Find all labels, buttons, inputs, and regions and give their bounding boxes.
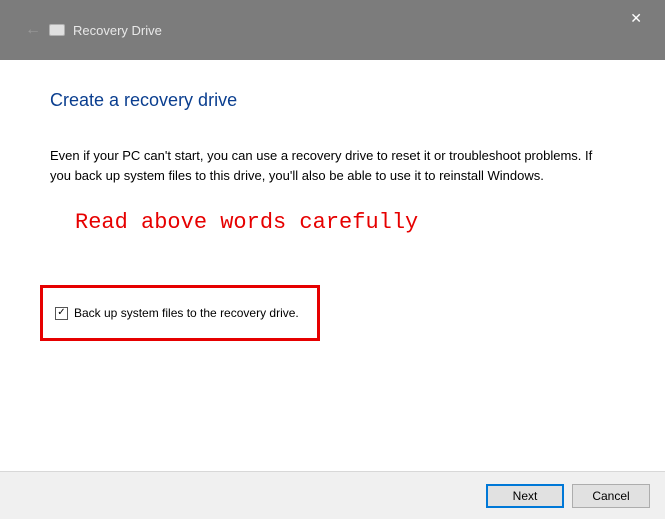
annotation-highlight-box: ✓ Back up system files to the recovery d… bbox=[40, 285, 320, 341]
titlebar: ← Recovery Drive ✕ bbox=[0, 0, 665, 60]
annotation-text: Read above words carefully bbox=[75, 210, 615, 235]
content-area: Create a recovery drive Even if your PC … bbox=[0, 60, 665, 460]
footer: Next Cancel bbox=[0, 471, 665, 519]
close-button[interactable]: ✕ bbox=[622, 8, 650, 29]
checkbox-label: Back up system files to the recovery dri… bbox=[74, 306, 299, 320]
drive-icon bbox=[49, 24, 65, 36]
description-text: Even if your PC can't start, you can use… bbox=[50, 146, 615, 185]
cancel-button[interactable]: Cancel bbox=[572, 484, 650, 508]
backup-checkbox[interactable]: ✓ bbox=[55, 307, 68, 320]
page-heading: Create a recovery drive bbox=[50, 90, 615, 111]
next-button[interactable]: Next bbox=[486, 484, 564, 508]
window-title: Recovery Drive bbox=[73, 23, 162, 38]
checkbox-row: ✓ Back up system files to the recovery d… bbox=[55, 306, 305, 320]
back-arrow-icon: ← bbox=[25, 21, 41, 39]
